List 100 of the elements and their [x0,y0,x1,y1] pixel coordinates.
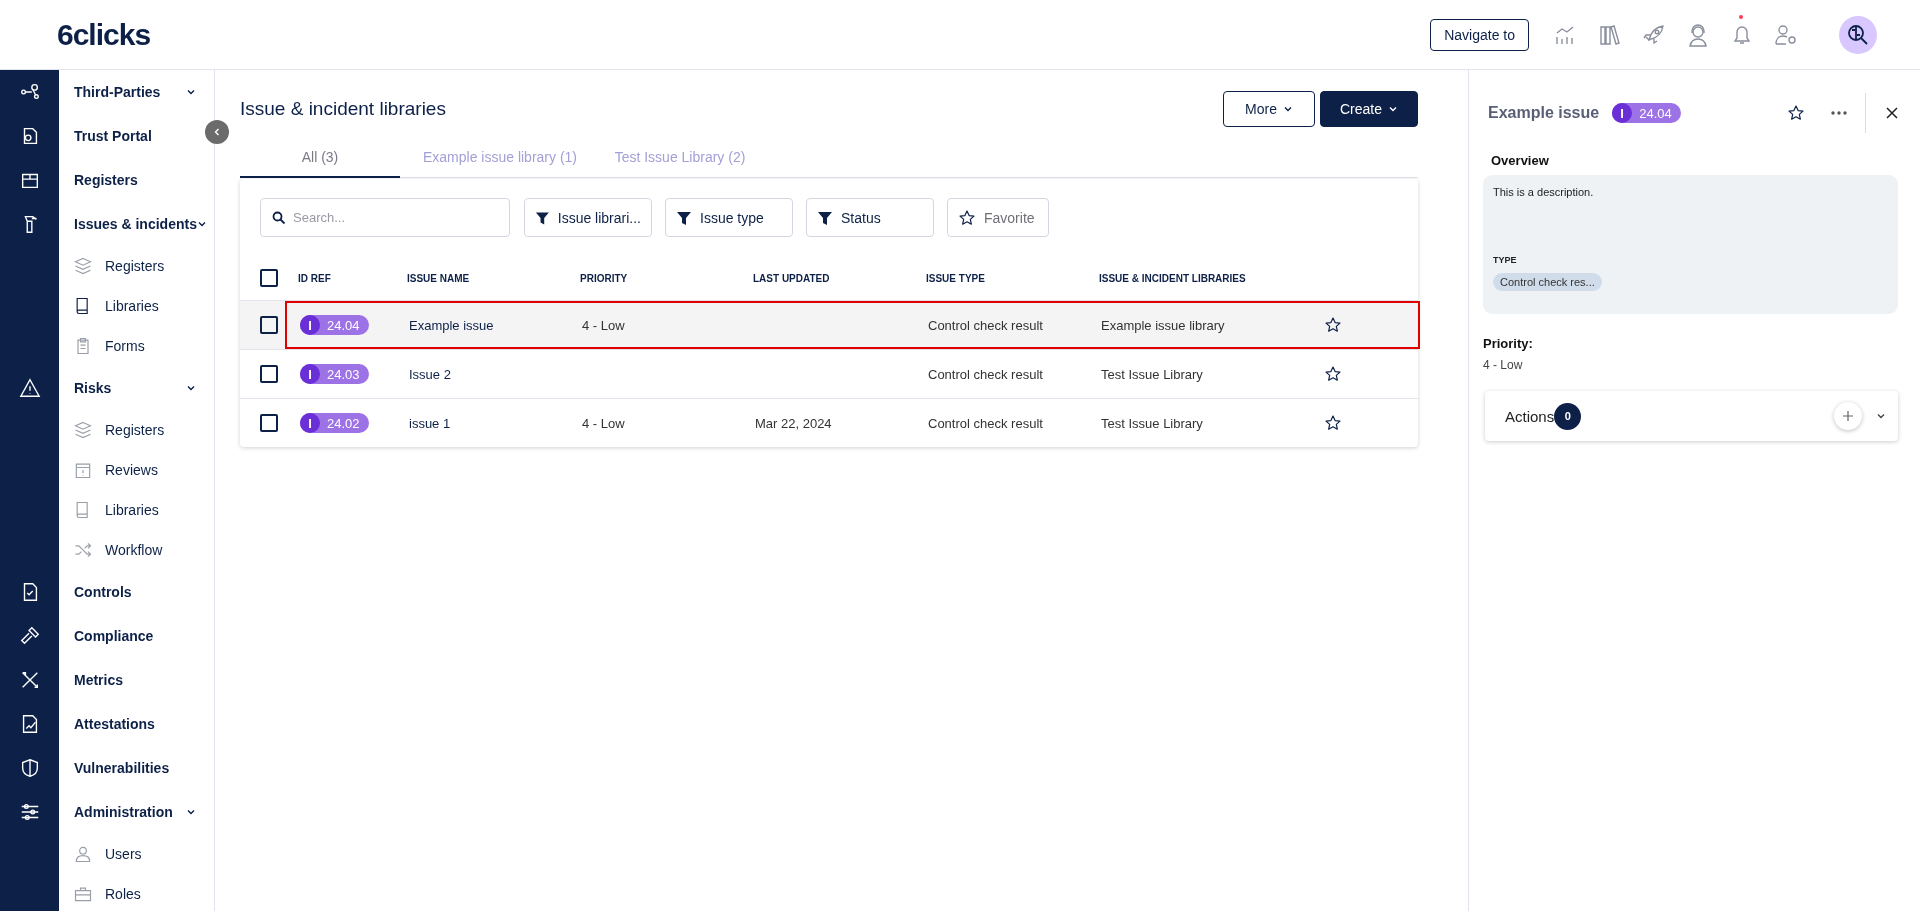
plus-icon [1843,411,1853,421]
table-cell: Issue 2 [409,366,451,382]
field-label: Priority: [1483,336,1534,351]
checkbox[interactable] [260,316,278,334]
chevron-down-icon [1282,104,1293,114]
chevron-down-icon [186,383,196,393]
field-label: TYPE [1493,255,1518,265]
nav-subitem[interactable]: Libraries [105,298,159,314]
navigate-to-button[interactable]: Navigate to [1430,18,1529,51]
nav-item[interactable]: Compliance [74,628,154,644]
filter-button[interactable]: Issue type [665,198,793,237]
table-row[interactable]: I 24.04 Example issue 4 - Low Control check result Example issue library [285,301,1420,349]
checkbox[interactable] [260,414,278,432]
tab[interactable]: All (3) [240,141,400,178]
nav-subitem[interactable]: Roles [105,886,141,902]
nav-item[interactable]: Attestations [74,716,155,732]
more-icon [1831,111,1847,115]
table-cell: Control check result [928,317,1043,333]
nav-item[interactable]: Risks [74,380,112,396]
select-all-checkbox[interactable] [260,269,278,287]
create-button[interactable]: Create [1320,91,1418,127]
more-options-button[interactable] [1831,111,1847,115]
priority-value: 4 - Low [1483,358,1524,372]
checkbox[interactable] [260,365,278,383]
nav-item[interactable]: Trust Portal [74,128,152,144]
actions-panel[interactable]: Actions 0 [1485,391,1898,441]
description-text: This is a description. [1493,186,1595,198]
nav-item[interactable]: Vulnerabilities [74,760,170,776]
chevron-down-icon [196,219,207,229]
nav-item[interactable]: Administration [74,804,173,820]
column-header: ISSUE TYPE [926,272,986,284]
nav-subitem[interactable]: Registers [105,258,165,274]
nav-subitem[interactable]: Libraries [105,502,159,518]
chevron-down-icon [1388,104,1398,114]
search-field[interactable]: Search... [260,198,510,237]
nav-item[interactable]: Registers [74,172,138,188]
filter-button[interactable]: Issue librari... [524,198,652,237]
detail-title: Example issue [1488,104,1600,122]
brain-search-icon [1846,22,1870,47]
hammer-icon[interactable] [18,625,41,647]
nav-subitem[interactable]: Registers [105,422,165,438]
user-icon [73,844,93,864]
nav-subitem[interactable]: Reviews [105,462,158,478]
table-row[interactable]: I 24.03 Issue 2 Control check result Test Issue Library [285,350,1420,398]
favorite-filter-button[interactable]: Favorite [947,198,1049,237]
layers-icon [73,256,93,276]
star-icon[interactable] [958,208,976,227]
chevron-down-icon [186,87,196,97]
id-badge: I 24.04 [1612,103,1681,123]
column-header: ISSUE NAME [407,272,471,284]
column-header: PRIORITY [580,272,629,284]
table-cell: Control check result [928,366,1043,382]
favorite-star-icon[interactable] [1324,316,1342,334]
filter-icon [535,209,550,226]
table-cell: Test Issue Library [1101,366,1203,382]
nav-subitem[interactable]: Users [105,846,142,862]
nav-item[interactable]: Metrics [74,672,124,688]
page-title: Issue & incident libraries [240,98,447,120]
nav-item[interactable]: Third-Parties [74,84,161,100]
favorite-button[interactable] [1787,104,1805,122]
column-header: LAST UPDATED [753,272,831,284]
close-icon [1886,107,1898,119]
close-button[interactable] [1886,107,1898,119]
column-header: ISSUE & INCIDENT LIBRARIES [1099,272,1247,284]
section-title: Overview [1491,153,1550,168]
shuffle-icon [73,540,93,560]
avatar[interactable] [1839,15,1877,54]
actions-title: Actions [1505,407,1555,425]
logo-text[interactable]: 6clicks [57,17,151,52]
id-badge: I 24.04 [300,315,369,335]
nav-subitem[interactable]: Workflow [105,542,163,558]
chevron-down-icon [186,807,196,817]
search-icon [272,211,286,225]
id-badge: I 24.03 [300,364,369,384]
table-row[interactable]: I 24.02 issue 1 4 - Low Mar 22, 2024 Control check result Test Issue Library [285,399,1420,447]
filter-icon [817,209,833,226]
filter-button[interactable]: Status [806,198,934,237]
favorite-star-icon[interactable] [1324,414,1342,432]
table-cell: issue 1 [409,415,451,431]
more-button[interactable]: More [1223,91,1315,127]
count-badge: 0 [1554,402,1582,430]
nav-subitem[interactable]: Forms [105,338,145,354]
id-badge: I 24.02 [300,413,369,433]
table-cell: Mar 22, 2024 [755,415,832,431]
chevron-left-icon [212,127,222,137]
table-cell: 4 - Low [582,317,625,333]
layers-icon [73,420,93,440]
table-cell: Test Issue Library [1101,415,1203,431]
column-header: ID REF [298,272,332,284]
filter-icon [676,209,692,226]
favorite-star-icon[interactable] [1324,365,1342,383]
table-cell: 4 - Low [582,415,625,431]
collapse-sidebar-button[interactable] [205,120,229,144]
type-tag: Control check res... [1493,273,1602,291]
warning-icon[interactable] [18,377,41,399]
table-cell: Example issue library [1101,317,1225,333]
nav-item[interactable]: Issues & incidents [74,216,197,232]
chevron-down-icon [1876,411,1886,421]
nav-item[interactable]: Controls [74,584,132,600]
table-cell: Control check result [928,415,1043,431]
